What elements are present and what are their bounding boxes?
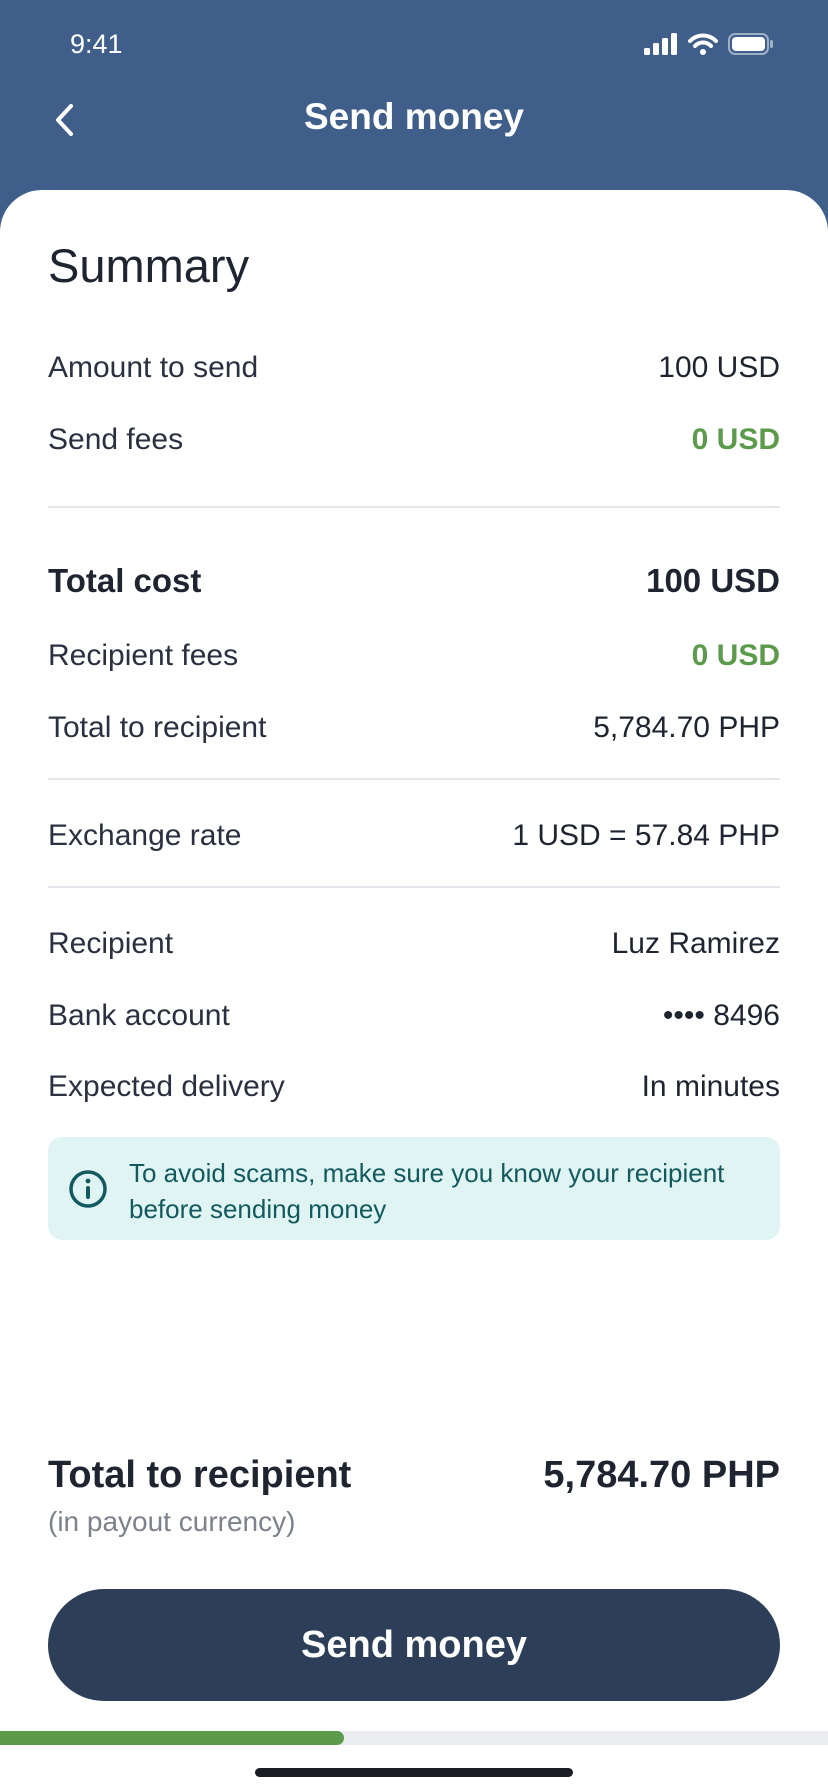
exchange-rate-label: Exchange rate [48,819,242,852]
recipient-fees-row: Recipient fees 0 USD [48,632,780,680]
wifi-icon [688,33,718,55]
total-to-recipient-label: Total to recipient [48,711,267,744]
send-fees-value: 0 USD [691,423,780,456]
amount-to-send-row: Amount to send 100 USD [48,344,780,392]
expected-delivery-value: In minutes [641,1070,780,1103]
total-cost-value: 100 USD [646,562,780,599]
scam-warning-notice: To avoid scams, make sure you know your … [48,1137,780,1240]
expected-delivery-row: Expected delivery In minutes [48,1063,780,1111]
exchange-rate-row: Exchange rate 1 USD = 57.84 PHP [48,812,780,860]
recipient-row: Recipient Luz Ramirez [48,920,780,968]
footer-total-sublabel: (in payout currency) [48,1506,296,1537]
divider [48,778,780,780]
notice-text: To avoid scams, make sure you know your … [129,1158,725,1224]
summary-title: Summary [48,239,250,292]
divider [48,506,780,508]
recipient-fees-value: 0 USD [691,639,780,672]
send-fees-row: Send fees 0 USD [48,416,780,464]
total-cost-label: Total cost [48,562,202,599]
status-time: 9:41 [70,29,123,59]
progress-bar [0,1731,828,1745]
total-to-recipient-row: Total to recipient 5,784.70 PHP [48,704,780,752]
total-to-recipient-value: 5,784.70 PHP [593,711,780,744]
page-title: Send money [304,96,524,137]
status-icons [644,33,774,55]
footer-total-value: 5,784.70 PHP [543,1454,780,1496]
bank-account-value: •••• 8496 [662,999,780,1032]
battery-icon [728,33,773,55]
send-fees-label: Send fees [48,423,184,456]
recipient-label: Recipient [48,927,174,960]
recipient-value: Luz Ramirez [611,927,780,960]
amount-to-send-value: 100 USD [658,351,780,384]
recipient-fees-label: Recipient fees [48,639,239,672]
info-icon [69,1170,107,1208]
bank-account-row: Bank account •••• 8496 [48,992,780,1040]
footer-total-label: Total to recipient [48,1454,352,1496]
home-indicator [255,1768,573,1777]
summary-card: Summary Amount to send 100 USD Send fees… [0,190,828,1792]
expected-delivery-label: Expected delivery [48,1070,285,1103]
exchange-rate-value: 1 USD = 57.84 PHP [512,819,780,852]
app-header: 9:41 Send money [0,0,828,200]
total-cost-row: Total cost 100 USD [48,557,780,605]
send-money-button[interactable]: Send money [48,1589,780,1701]
divider [48,886,780,888]
amount-to-send-label: Amount to send [48,351,259,384]
signal-icon [644,33,677,55]
bank-account-label: Bank account [48,999,230,1032]
progress-fill [0,1731,344,1745]
